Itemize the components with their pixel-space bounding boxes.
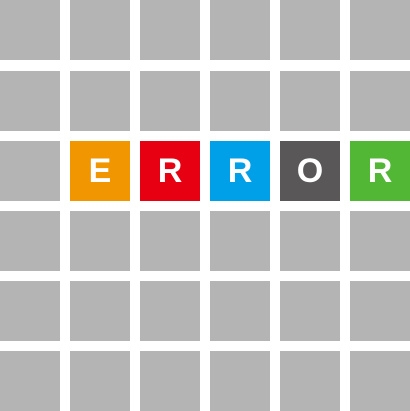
letter-tile: R xyxy=(350,141,410,201)
empty-tile xyxy=(70,0,130,60)
empty-tile xyxy=(0,141,60,201)
empty-tile xyxy=(140,211,200,271)
empty-tile xyxy=(140,71,200,131)
letter-tile: R xyxy=(140,141,200,201)
empty-tile xyxy=(350,351,410,411)
error-tile-grid: ERROR xyxy=(0,0,410,411)
empty-tile xyxy=(70,71,130,131)
empty-tile xyxy=(210,351,270,411)
empty-tile xyxy=(210,71,270,131)
empty-tile xyxy=(280,211,340,271)
empty-tile xyxy=(70,281,130,341)
empty-tile xyxy=(350,211,410,271)
empty-tile xyxy=(210,0,270,60)
empty-tile xyxy=(280,281,340,341)
empty-tile xyxy=(350,71,410,131)
empty-tile xyxy=(70,351,130,411)
empty-tile xyxy=(0,71,60,131)
letter-tile: O xyxy=(280,141,340,201)
empty-tile xyxy=(210,281,270,341)
empty-tile xyxy=(70,211,130,271)
empty-tile xyxy=(140,351,200,411)
empty-tile xyxy=(280,71,340,131)
empty-tile xyxy=(0,351,60,411)
empty-tile xyxy=(350,281,410,341)
letter-tile: E xyxy=(70,141,130,201)
empty-tile xyxy=(210,211,270,271)
empty-tile xyxy=(0,211,60,271)
empty-tile xyxy=(280,351,340,411)
empty-tile xyxy=(140,0,200,60)
empty-tile xyxy=(0,0,60,60)
empty-tile xyxy=(140,281,200,341)
empty-tile xyxy=(0,281,60,341)
empty-tile xyxy=(280,0,340,60)
letter-tile: R xyxy=(210,141,270,201)
empty-tile xyxy=(350,0,410,60)
